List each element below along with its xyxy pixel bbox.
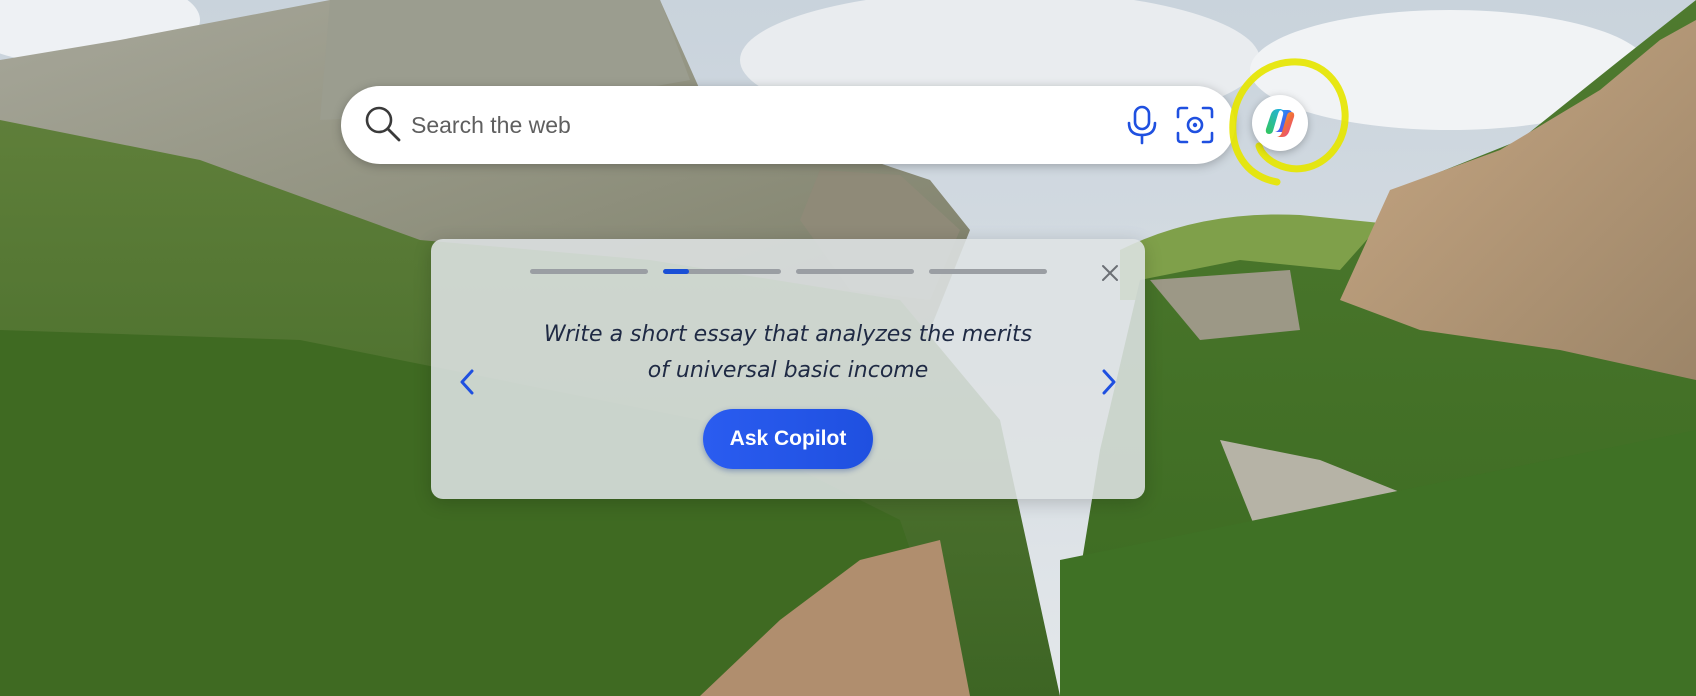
ask-copilot-button[interactable]: Ask Copilot [703, 409, 873, 469]
search-input[interactable] [411, 102, 1051, 148]
carousel-progress-fill [663, 269, 689, 274]
carousel-progress-step-2 [663, 269, 781, 274]
copilot-icon [1265, 109, 1295, 137]
search-bar [341, 86, 1235, 164]
close-icon[interactable] [1098, 261, 1122, 285]
suggested-prompt-text: Write a short essay that analyzes the me… [543, 322, 1033, 383]
carousel-progress-step-4 [929, 269, 1047, 274]
camera-icon[interactable] [1173, 103, 1217, 147]
copilot-suggestion-card: Write a short essay that analyzes the me… [431, 239, 1145, 499]
carousel-progress-step-3 [796, 269, 914, 274]
search-icon [363, 104, 403, 144]
microphone-icon[interactable] [1122, 103, 1162, 147]
chevron-left-icon[interactable] [454, 365, 482, 399]
carousel-progress-step-1 [530, 269, 648, 274]
copilot-button[interactable] [1252, 95, 1308, 151]
chevron-right-icon[interactable] [1094, 365, 1122, 399]
